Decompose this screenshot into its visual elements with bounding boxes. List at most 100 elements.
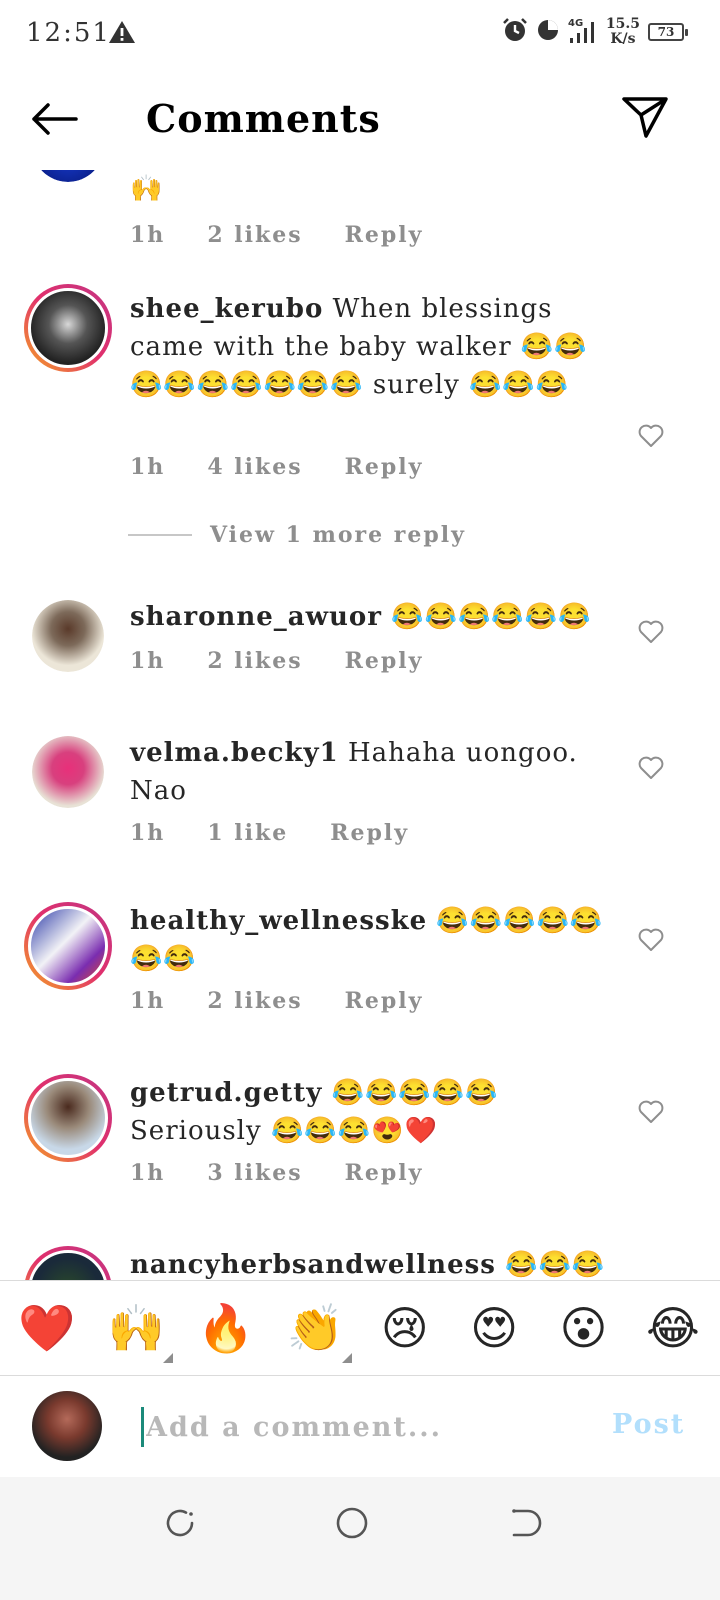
- status-right: 4G 15.5 K/s 73: [502, 16, 688, 48]
- header: Comments: [0, 66, 720, 170]
- like-heart-icon[interactable]: [638, 424, 664, 448]
- comment-meta: 1h 3 likes Reply: [130, 1160, 465, 1186]
- warning-icon: [108, 20, 136, 48]
- comment-body: velma.becky1 Hahaha uongoo. Nao: [130, 734, 610, 810]
- like-heart-icon[interactable]: [638, 620, 664, 644]
- comment-meta: 1h 2 likes Reply: [130, 222, 465, 248]
- emoji-laughing-button[interactable]: 😂: [642, 1297, 704, 1359]
- avatar[interactable]: [24, 1246, 112, 1280]
- post-button[interactable]: Post: [612, 1409, 685, 1440]
- comment-username[interactable]: healthy_wellnesske: [130, 906, 427, 936]
- skin-tone-indicator-icon: [342, 1353, 353, 1363]
- comment-likes[interactable]: 4 likes: [207, 454, 302, 480]
- emoji-clap: 👏: [286, 1300, 344, 1355]
- avatar[interactable]: [24, 902, 112, 990]
- like-heart-icon[interactable]: [638, 928, 664, 952]
- recents-icon[interactable]: [160, 1503, 200, 1543]
- comment-body: shee_kerubo When blessings came with the…: [130, 290, 610, 404]
- comment-body: nancyherbsandwellness 😂😂😂: [130, 1246, 610, 1280]
- skin-tone-indicator-icon: [163, 1353, 174, 1363]
- comment-username[interactable]: getrud.getty: [130, 1078, 322, 1108]
- alarm-icon: [502, 17, 528, 47]
- comment-body: sharonne_awuor 😂😂😂😂😂😂: [130, 598, 610, 636]
- emoji-raised-hands-button[interactable]: 🙌: [105, 1297, 174, 1363]
- battery-icon: 73: [648, 23, 688, 41]
- reply-button[interactable]: Reply: [345, 988, 424, 1014]
- reply-button[interactable]: Reply: [330, 820, 409, 846]
- share-button[interactable]: [620, 92, 670, 142]
- paper-plane-icon: [622, 97, 668, 138]
- comment-time: 1h: [130, 988, 166, 1014]
- like-heart-icon[interactable]: [638, 1100, 664, 1124]
- comment-username[interactable]: velma.becky1: [130, 738, 339, 768]
- reply-button[interactable]: Reply: [345, 454, 424, 480]
- comment-time: 1h: [130, 1160, 166, 1186]
- emoji-clap-button[interactable]: 👏: [284, 1297, 353, 1363]
- comment-username[interactable]: shee_kerubo: [130, 294, 323, 324]
- comment-input[interactable]: [146, 1403, 566, 1451]
- comment-meta: 1h 2 likes Reply: [130, 988, 465, 1014]
- text-cursor: [141, 1407, 144, 1447]
- comment-time: 1h: [130, 222, 166, 248]
- home-circle-icon[interactable]: [332, 1503, 372, 1543]
- comment-likes[interactable]: 2 likes: [207, 222, 302, 248]
- avatar[interactable]: [32, 736, 104, 808]
- comment-likes[interactable]: 3 likes: [207, 1160, 302, 1186]
- like-heart-icon[interactable]: [638, 756, 664, 780]
- comment-likes[interactable]: 1 like: [207, 820, 288, 846]
- comment-body: getrud.getty 😂😂😂😂😂 Seriously 😂😂😂😍❤️: [130, 1074, 610, 1150]
- emoji-raised-hands: 🙌: [107, 1300, 166, 1355]
- reply-button[interactable]: Reply: [345, 1160, 424, 1186]
- reply-button[interactable]: Reply: [345, 222, 424, 248]
- comment-time: 1h: [130, 648, 166, 674]
- avatar-image: [32, 736, 104, 808]
- avatar[interactable]: [32, 600, 104, 672]
- comment-meta: 1h 4 likes Reply: [130, 454, 465, 480]
- emoji-heart-button[interactable]: ❤️: [16, 1297, 78, 1359]
- back-button[interactable]: [28, 96, 80, 142]
- status-time: 12:51: [26, 18, 111, 48]
- comment-body: healthy_wellnesske 😂😂😂😂😂😂😂: [130, 902, 610, 978]
- comment-text: 🙌: [130, 174, 164, 204]
- comment-username[interactable]: sharonne_awuor: [130, 602, 382, 632]
- net-speed-value: 15.5: [605, 16, 640, 32]
- navigation-bar: [0, 1477, 720, 1600]
- emoji-heart-eyes-button[interactable]: 😍: [463, 1297, 525, 1359]
- avatar[interactable]: [24, 284, 112, 372]
- avatar-image: [32, 600, 104, 672]
- comment-text: 😂😂😂: [505, 1250, 606, 1280]
- network-type-label: 4G: [568, 18, 583, 29]
- view-more-replies-button[interactable]: View 1 more reply: [128, 522, 466, 548]
- comment-time: 1h: [130, 454, 166, 480]
- comment-meta: 1h 1 like Reply: [130, 820, 451, 846]
- avatar[interactable]: [32, 170, 104, 182]
- net-speed-unit: K/s: [610, 31, 636, 47]
- comment-username[interactable]: nancyherbsandwellness: [130, 1250, 496, 1280]
- reply-button[interactable]: Reply: [345, 648, 424, 674]
- view-more-replies-label: View 1 more reply: [210, 522, 466, 548]
- comment-meta: 1h 2 likes Reply: [130, 648, 465, 674]
- comment-list[interactable]: 🙌 1h 2 likes Reply shee_kerubo When bles…: [0, 170, 720, 1280]
- avatar-image: [28, 1078, 108, 1158]
- comment-composer: Post: [0, 1377, 720, 1477]
- net-speed: 15.5 K/s: [606, 17, 640, 47]
- emoji-surprised-button[interactable]: 😮: [553, 1297, 615, 1359]
- data-saver-icon: [536, 18, 560, 46]
- nav-back-icon[interactable]: [504, 1503, 544, 1543]
- page-title: Comments: [146, 96, 381, 141]
- status-bar: 12:51 4G 15.5 K/s 73: [0, 0, 720, 66]
- avatar-image: [28, 906, 108, 986]
- avatar[interactable]: [24, 1074, 112, 1162]
- current-user-avatar[interactable]: [32, 1391, 102, 1461]
- avatar-image: [28, 288, 108, 368]
- emoji-crying-button[interactable]: 😢: [374, 1297, 436, 1359]
- avatar-image: [28, 1250, 108, 1280]
- comment-likes[interactable]: 2 likes: [207, 648, 302, 674]
- divider-line: [128, 534, 192, 536]
- comment-time: 1h: [130, 820, 166, 846]
- emoji-fire-button[interactable]: 🔥: [195, 1297, 257, 1359]
- comment-text: 😂😂😂😂😂😂: [391, 602, 592, 632]
- signal-icon: 4G: [568, 16, 598, 48]
- comment-likes[interactable]: 2 likes: [207, 988, 302, 1014]
- arrow-left-icon: [32, 103, 78, 135]
